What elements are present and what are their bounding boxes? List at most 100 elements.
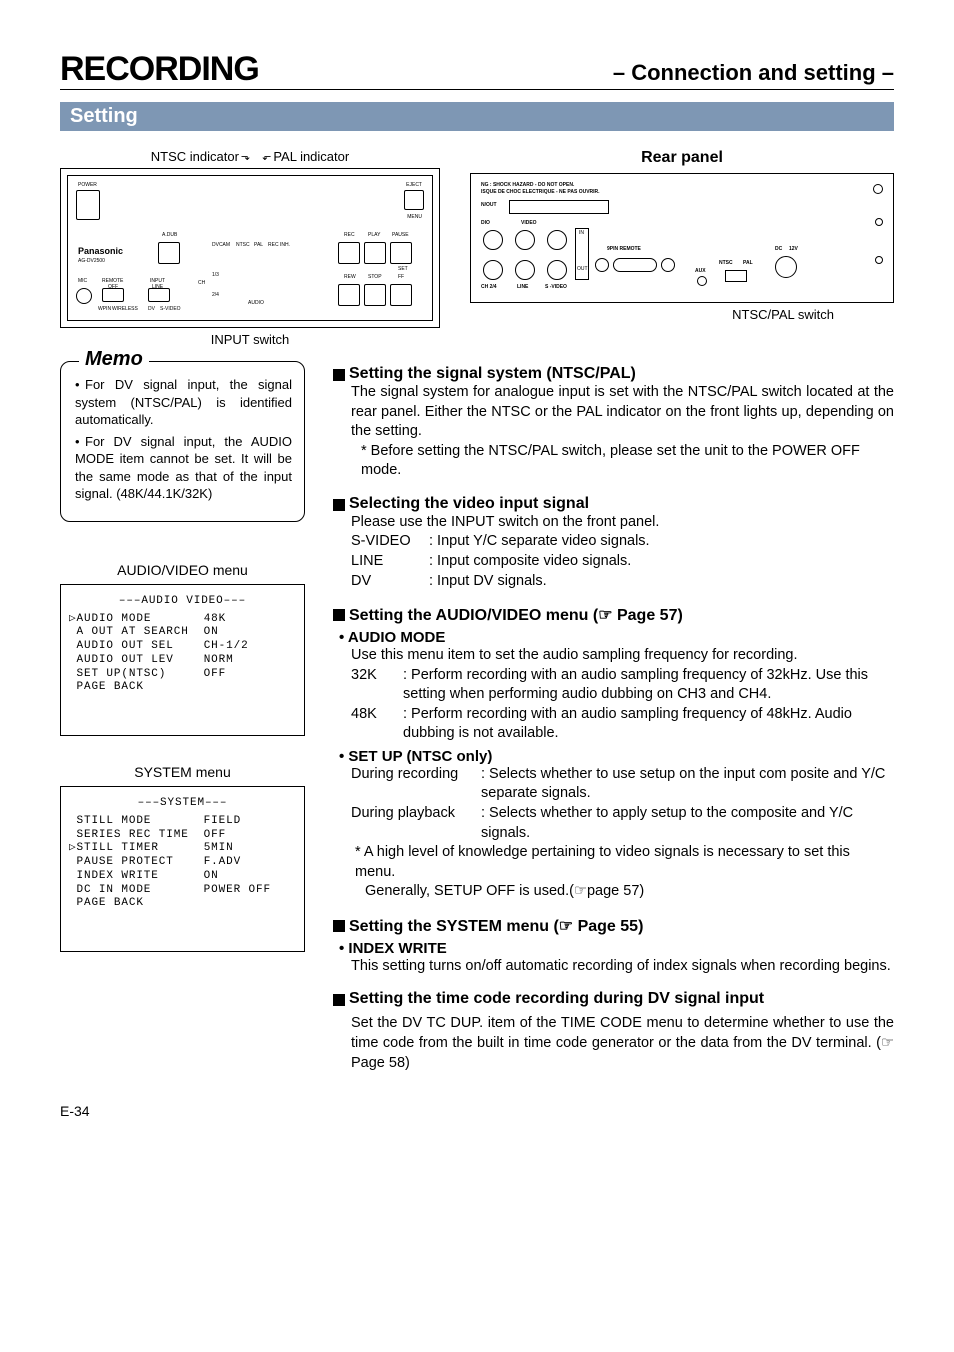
fp-label: AUDIO <box>248 300 264 306</box>
rp-label: N/OUT <box>481 202 497 208</box>
memo-item: •For DV signal input, the signal system … <box>75 376 292 429</box>
fp-label: REC INH. <box>268 242 290 248</box>
pal-indicator-label: PAL indicator <box>273 149 349 164</box>
def-row: During playback: Selects whether to appl… <box>351 804 894 843</box>
av-menu-caption: AUDIO/VIDEO menu <box>60 562 305 578</box>
fp-label: WPIN <box>98 306 111 312</box>
rear-panel-diagram: NG : SHOCK HAZARD - DO NOT OPEN. ISQUE D… <box>470 173 894 303</box>
rear-panel-block: Rear panel NG : SHOCK HAZARD - DO NOT OP… <box>470 149 894 322</box>
fp-label: REW <box>344 274 356 280</box>
fp-label: SET <box>398 266 408 272</box>
def-row: DV: Input DV signals. <box>351 572 894 592</box>
section-body: This setting turns on/off automatic reco… <box>351 957 894 977</box>
square-bullet-icon <box>333 920 345 932</box>
square-bullet-icon <box>333 609 345 621</box>
menu-row: A OUT AT SEARCH ON <box>69 626 219 638</box>
rp-label: AUX <box>695 268 706 274</box>
sub-heading: • AUDIO MODE <box>339 629 894 646</box>
fp-label: LINE <box>152 284 163 290</box>
fp-label: PAL <box>254 242 263 248</box>
square-bullet-icon <box>333 499 345 511</box>
section-heading: Setting the AUDIO/VIDEO menu (☞ Page 57) <box>333 605 894 625</box>
section-body: Please use the INPUT switch on the front… <box>351 513 894 533</box>
section-body: Set the DV TC DUP. item of the TIME CODE… <box>351 1014 894 1073</box>
ntsc-indicator-label: NTSC indicator <box>151 149 239 164</box>
fp-label: DV <box>148 306 155 312</box>
menu-row: PAGE BACK <box>69 681 144 693</box>
sub-heading: • INDEX WRITE <box>339 940 894 957</box>
rp-label: PAL <box>743 260 753 266</box>
menu-row: ▷AUDIO MODE 48K <box>69 613 226 625</box>
menu-row: ▷STILL TIMER 5MIN <box>69 842 234 854</box>
menu-row: INDEX WRITE ON <box>69 870 219 882</box>
rear-panel-title: Rear panel <box>470 149 894 167</box>
square-bullet-icon <box>333 369 345 381</box>
fp-label: DVCAM <box>212 242 230 248</box>
fp-label: PAUSE <box>392 232 409 238</box>
fp-label: EJECT <box>406 182 422 188</box>
fp-label: 1/3 <box>212 272 219 278</box>
arrow-icon: ⬎ <box>241 150 250 163</box>
ntsc-pal-switch-callout: NTSC/PAL switch <box>470 307 894 322</box>
def-row: 48K: Perform recording with an audio sam… <box>351 705 894 744</box>
av-menu-screen: –––AUDIO VIDEO–––▷AUDIO MODE 48K A OUT A… <box>60 584 305 736</box>
section-heading: Selecting the video input signal <box>333 495 894 513</box>
fp-label: MENU <box>407 214 422 220</box>
rp-warning: NG : SHOCK HAZARD - DO NOT OPEN. <box>481 182 574 188</box>
fp-label: NTSC <box>236 242 250 248</box>
section-body: The signal system for analogue input is … <box>351 383 894 442</box>
panels-row: NTSC indicator ⬎ ⬐ PAL indicator Panason… <box>60 149 894 347</box>
fp-label: REC <box>344 232 355 238</box>
rp-label: IN <box>579 230 584 236</box>
menu-row: DC IN MODE POWER OFF <box>69 884 271 896</box>
page-header: RECORDING – Connection and setting – <box>60 50 894 90</box>
fp-label: PLAY <box>368 232 380 238</box>
fp-label: OFF <box>108 284 118 290</box>
section-note: Generally, SETUP OFF is used.(☞page 57) <box>365 882 894 902</box>
menu-row: PAUSE PROTECT F.ADV <box>69 856 241 868</box>
fp-label: A.DUB <box>162 232 177 238</box>
fp-label: STOP <box>368 274 382 280</box>
def-row: 32K: Perform recording with an audio sam… <box>351 666 894 705</box>
section-heading: Setting the SYSTEM menu (☞ Page 55) <box>333 916 894 936</box>
memo-title: Memo <box>79 348 149 371</box>
section-heading: Setting the signal system (NTSC/PAL) <box>333 365 894 383</box>
section-body: Use this menu item to set the audio samp… <box>351 646 894 666</box>
rp-label: CH 2/4 <box>481 284 497 290</box>
fp-label: WIRELESS <box>112 306 138 312</box>
menu-row: SET UP(NTSC) OFF <box>69 668 226 680</box>
section-note: * Before setting the NTSC/PAL switch, pl… <box>361 442 894 481</box>
square-bullet-icon <box>333 994 345 1006</box>
rp-label: DIO <box>481 220 490 226</box>
menu-row: SERIES REC TIME OFF <box>69 829 226 841</box>
setting-heading-bar: Setting <box>60 102 894 131</box>
front-panel-diagram: Panasonic AG-DV2500 POWER EJECT MENU A.D… <box>60 168 440 328</box>
rp-label: OUT <box>577 266 588 272</box>
system-menu-caption: SYSTEM menu <box>60 764 305 780</box>
memo-item: •For DV signal input, the AUDIO MODE ite… <box>75 433 292 503</box>
menu-row: STILL MODE FIELD <box>69 815 241 827</box>
rp-label: VIDEO <box>521 220 537 226</box>
menu-row: AUDIO OUT LEV NORM <box>69 654 234 666</box>
rp-label: 12V <box>789 246 798 252</box>
page-number: E-34 <box>60 1103 894 1119</box>
memo-box: Memo •For DV signal input, the signal sy… <box>60 361 305 522</box>
brand-label: Panasonic <box>78 246 123 256</box>
rp-label: NTSC <box>719 260 733 266</box>
rp-label: DC <box>775 246 782 252</box>
fp-label: 2/4 <box>212 292 219 298</box>
fp-label: CH <box>198 280 205 286</box>
rp-label: 9PIN REMOTE <box>607 246 641 252</box>
rp-label: LINE <box>517 284 528 290</box>
right-column: Setting the signal system (NTSC/PAL) The… <box>333 361 894 1073</box>
fp-label: FF <box>398 274 404 280</box>
page-title-right: – Connection and setting – <box>613 60 894 86</box>
rp-warning: ISQUE DE CHOC ELECTRIQUE - NE PAS OUVRIR… <box>481 189 600 195</box>
section-heading: Setting the time code recording during D… <box>333 990 894 1008</box>
menu-row: PAGE BACK <box>69 897 144 909</box>
rp-label: S -VIDEO <box>545 284 567 290</box>
body-columns: Memo •For DV signal input, the signal sy… <box>60 361 894 1073</box>
def-row: LINE: Input composite video signals. <box>351 552 894 572</box>
fp-label: POWER <box>78 182 97 188</box>
def-row: During recording: Selects whether to use… <box>351 765 894 804</box>
